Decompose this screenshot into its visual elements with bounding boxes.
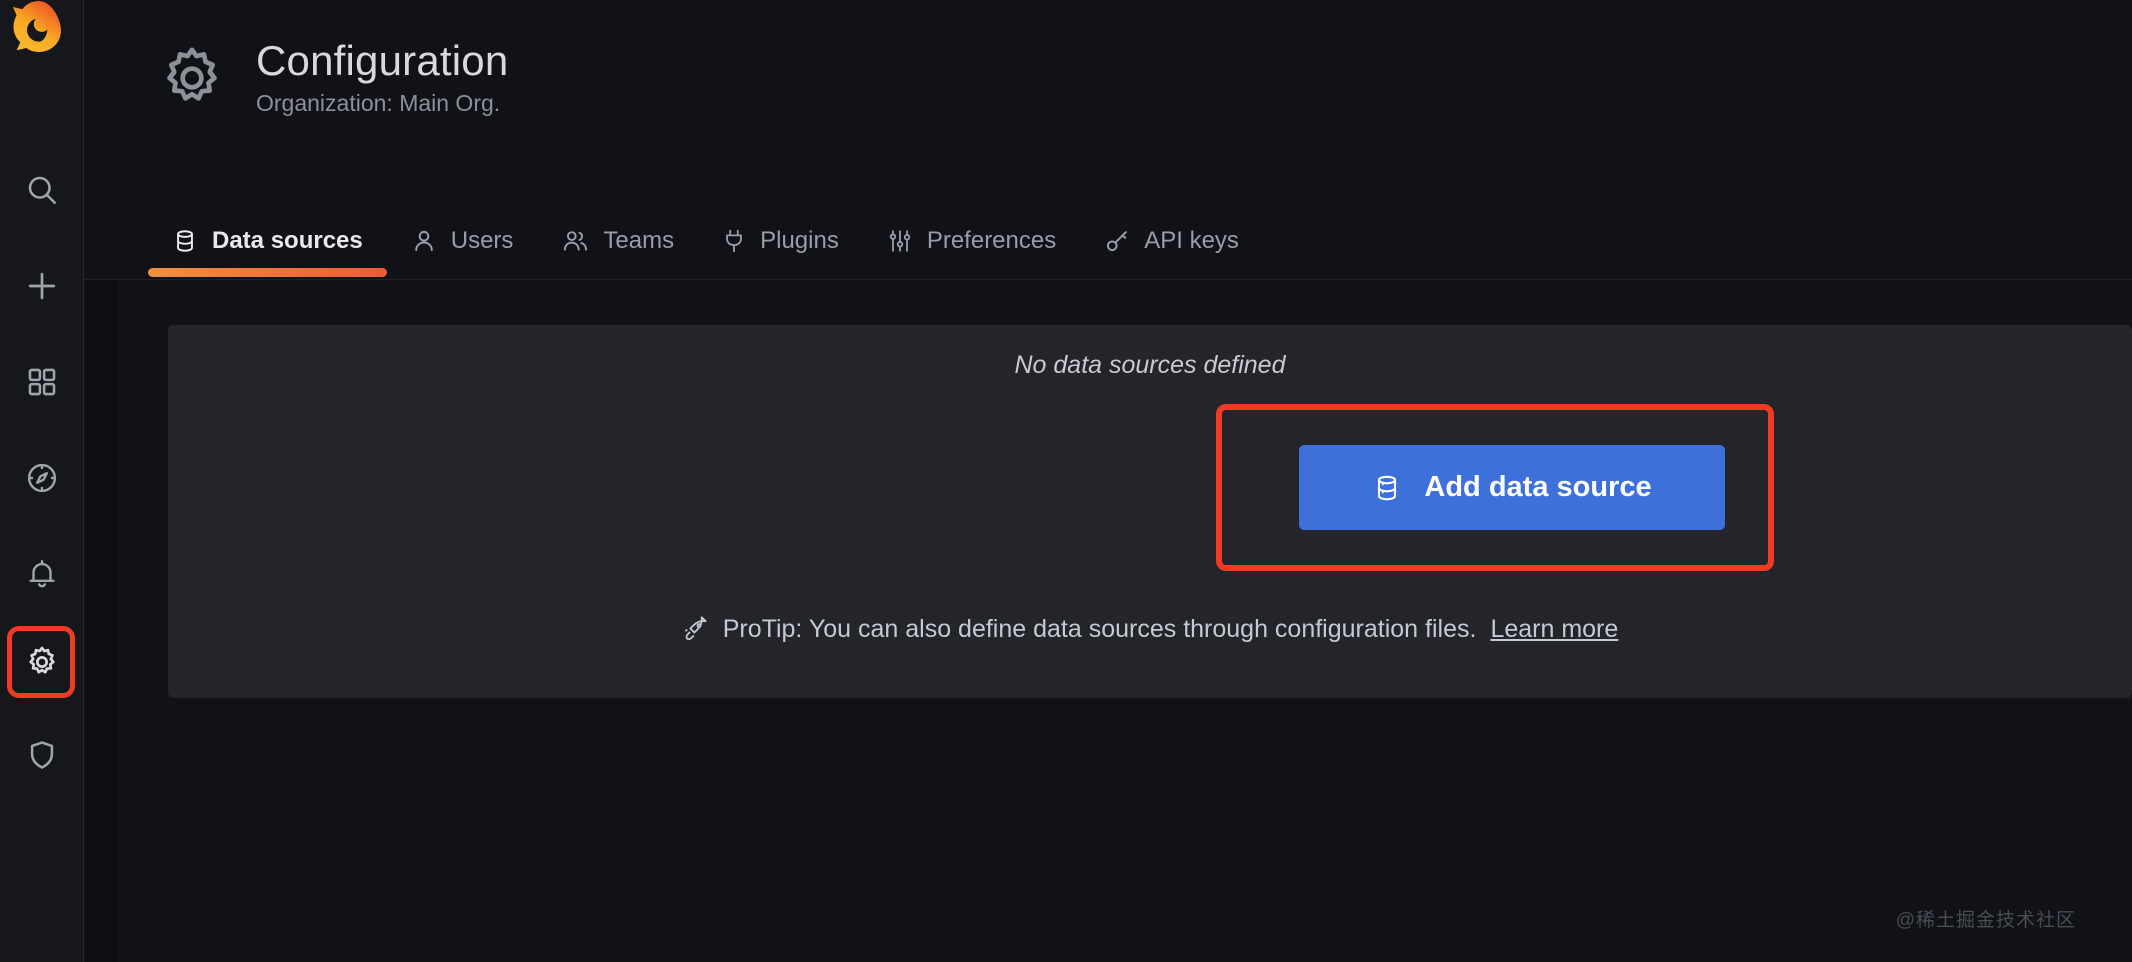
shield-icon — [25, 738, 59, 772]
main-content-area: No data sources defined Add data source — [84, 280, 2132, 962]
empty-state-title: No data sources defined — [168, 351, 2132, 380]
tab-label: API keys — [1144, 227, 1239, 255]
page-title: Configuration — [256, 38, 508, 84]
plug-icon — [722, 228, 746, 254]
data-sources-empty-panel: No data sources defined Add data source — [168, 325, 2132, 698]
sidebar-item-dashboards[interactable] — [0, 354, 84, 410]
sidebar-item-create[interactable] — [0, 258, 84, 314]
protip-text: ProTip: You can also define data sources… — [723, 615, 1477, 644]
content-column: No data sources defined Add data source — [118, 280, 2132, 962]
database-icon — [1372, 473, 1402, 503]
plus-icon — [23, 267, 61, 305]
bell-icon — [25, 557, 59, 591]
sidebar-item-configuration[interactable] — [0, 634, 84, 690]
tab-teams[interactable]: Teams — [537, 205, 698, 277]
compass-icon — [24, 460, 60, 496]
tab-plugins[interactable]: Plugins — [698, 205, 863, 277]
add-data-source-label: Add data source — [1424, 471, 1651, 504]
users-icon — [561, 227, 589, 255]
sidebar-item-server-admin[interactable] — [0, 727, 84, 783]
grafana-logo[interactable] — [8, 0, 70, 56]
tab-label: Data sources — [212, 227, 363, 255]
gear-icon — [24, 644, 60, 680]
page-subtitle: Organization: Main Org. — [256, 90, 508, 118]
dashboards-icon — [25, 365, 59, 399]
key-icon — [1104, 228, 1130, 254]
watermark: @稀土掘金技术社区 — [1896, 905, 2076, 932]
tab-label: Plugins — [760, 227, 839, 255]
sidebar-item-explore[interactable] — [0, 450, 84, 506]
add-data-source-button[interactable]: Add data source — [1299, 445, 1725, 530]
rocket-icon — [682, 616, 709, 643]
sidebar-item-search[interactable] — [0, 162, 84, 218]
tab-api-keys[interactable]: API keys — [1080, 205, 1263, 277]
user-icon — [411, 228, 437, 254]
sidebar-item-alerting[interactable] — [0, 546, 84, 602]
tab-label: Teams — [603, 227, 674, 255]
search-icon — [24, 172, 60, 208]
tab-label: Preferences — [927, 227, 1056, 255]
grafana-configuration-page: Configuration Organization: Main Org. Da… — [0, 0, 2132, 962]
page-title-block: Configuration Organization: Main Org. — [256, 38, 508, 118]
page-header-content: Configuration Organization: Main Org. — [156, 38, 508, 119]
protip-row: ProTip: You can also define data sources… — [168, 615, 2132, 644]
sliders-icon — [887, 228, 913, 254]
protip-learn-more-link[interactable]: Learn more — [1490, 615, 1618, 644]
tab-preferences[interactable]: Preferences — [863, 205, 1080, 277]
tab-label: Users — [451, 227, 514, 255]
gear-icon — [156, 42, 228, 119]
main-navigation-sidebar — [0, 0, 84, 962]
database-icon — [172, 228, 198, 254]
tab-users[interactable]: Users — [387, 205, 538, 277]
settings-tab-bar: Data sources Users Teams — [84, 205, 2132, 280]
tab-data-sources[interactable]: Data sources — [148, 205, 387, 277]
